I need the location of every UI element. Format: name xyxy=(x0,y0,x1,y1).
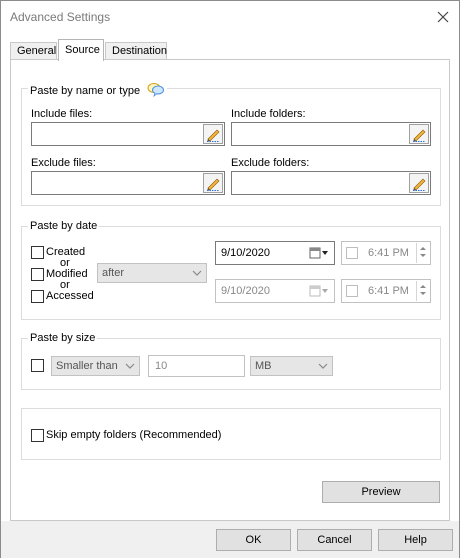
paste-by-date-group: Paste by date Created or Modified or Acc… xyxy=(21,219,441,320)
chevron-down-icon xyxy=(318,363,328,369)
ok-button[interactable]: OK xyxy=(216,529,291,551)
time-to-checkbox[interactable] xyxy=(346,285,358,297)
close-icon[interactable] xyxy=(433,8,453,26)
tab-source[interactable]: Source xyxy=(58,39,104,61)
exclude-folders-label: Exclude folders: xyxy=(231,157,310,169)
pencil-icon[interactable] xyxy=(409,124,429,144)
skip-empty-folders-group: Skip empty folders (Recommended) xyxy=(21,408,441,460)
date-from-picker[interactable]: 9/10/2020 xyxy=(215,241,335,265)
date-to-picker[interactable]: 9/10/2020 xyxy=(215,279,335,303)
paste-by-size-group: Paste by size Smaller than 10 MB xyxy=(21,331,441,390)
size-value-input[interactable]: 10 xyxy=(148,355,245,377)
include-folders-input[interactable] xyxy=(231,122,431,146)
time-spinner[interactable] xyxy=(416,243,429,263)
include-files-label: Include files: xyxy=(31,108,93,120)
exclude-files-input[interactable] xyxy=(31,171,225,195)
exclude-files-label: Exclude files: xyxy=(31,157,96,169)
accessed-checkbox[interactable] xyxy=(31,290,44,303)
include-files-input[interactable] xyxy=(31,122,225,146)
tab-destination[interactable]: Destination xyxy=(105,42,167,60)
accessed-label: Accessed xyxy=(46,290,94,302)
title-bar: Advanced Settings xyxy=(1,1,459,33)
cancel-button[interactable]: Cancel xyxy=(297,529,372,551)
paste-by-name-group: Paste by name or type Include files: Inc… xyxy=(21,81,441,206)
paste-by-name-title: Paste by name or type xyxy=(28,81,168,101)
dialog-footer: OK Cancel Help xyxy=(1,521,459,558)
speech-bubbles-icon[interactable] xyxy=(147,81,165,101)
chevron-down-icon xyxy=(192,270,202,276)
skip-empty-folders-checkbox[interactable] xyxy=(31,429,44,442)
include-folders-label: Include folders: xyxy=(231,108,306,120)
calendar-icon xyxy=(309,285,328,297)
calendar-icon[interactable] xyxy=(309,247,329,259)
advanced-settings-dialog: Advanced Settings General Source Destina… xyxy=(0,0,460,558)
time-from-checkbox[interactable] xyxy=(346,247,358,259)
paste-by-date-title: Paste by date xyxy=(28,219,100,233)
date-condition-select[interactable]: after xyxy=(97,263,207,283)
tab-general[interactable]: General xyxy=(10,42,57,60)
paste-by-size-title: Paste by size xyxy=(28,331,98,345)
source-tab-panel: Paste by name or type Include files: Inc… xyxy=(10,59,450,521)
size-comparison-select[interactable]: Smaller than xyxy=(51,356,140,376)
size-checkbox[interactable] xyxy=(31,359,44,372)
exclude-folders-input[interactable] xyxy=(231,171,431,195)
window-title: Advanced Settings xyxy=(10,10,111,24)
help-button[interactable]: Help xyxy=(378,529,453,551)
time-to-picker[interactable]: 6:41 PM xyxy=(341,279,431,303)
size-unit-select[interactable]: MB xyxy=(250,356,333,376)
pencil-icon[interactable] xyxy=(203,173,223,193)
skip-empty-folders-label: Skip empty folders (Recommended) xyxy=(46,429,222,441)
time-spinner[interactable] xyxy=(416,281,429,301)
modified-checkbox[interactable] xyxy=(31,268,44,281)
created-checkbox[interactable] xyxy=(31,246,44,259)
chevron-down-icon xyxy=(125,363,135,369)
pencil-icon[interactable] xyxy=(203,124,223,144)
time-from-picker[interactable]: 6:41 PM xyxy=(341,241,431,265)
pencil-icon[interactable] xyxy=(409,173,429,193)
preview-button[interactable]: Preview xyxy=(322,481,440,503)
